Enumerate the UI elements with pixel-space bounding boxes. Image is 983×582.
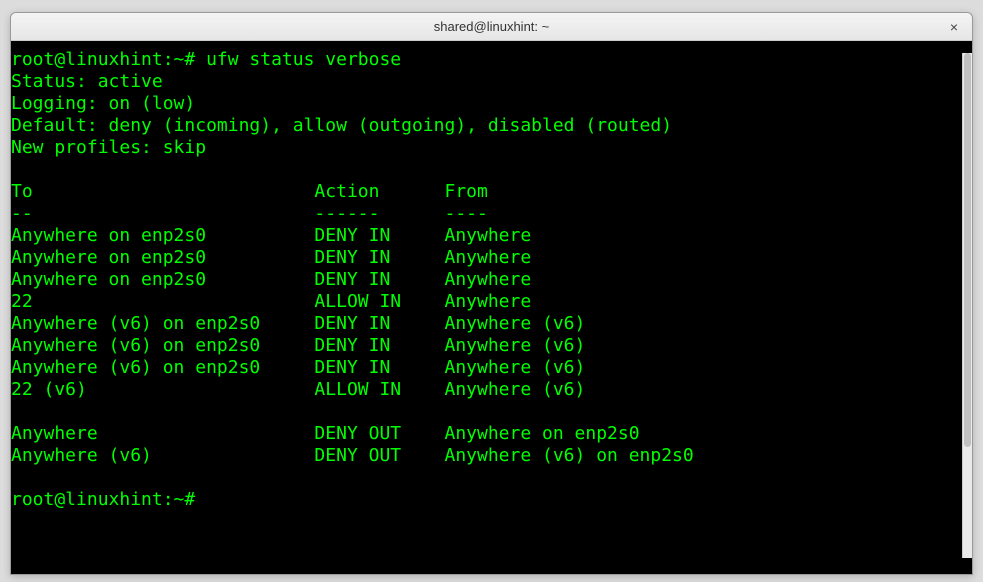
terminal-line: Default: deny (incoming), allow (outgoin… xyxy=(11,115,972,137)
terminal-body[interactable]: root@linuxhint:~# ufw status verboseStat… xyxy=(11,41,972,574)
terminal-line xyxy=(11,401,972,423)
scroll-thumb[interactable] xyxy=(964,53,971,447)
terminal-window: shared@linuxhint: ~ × root@linuxhint:~# … xyxy=(10,12,973,575)
terminal-line xyxy=(11,159,972,181)
scrollbar[interactable] xyxy=(962,53,972,558)
terminal-line: Anywhere on enp2s0 DENY IN Anywhere xyxy=(11,247,972,269)
window-title: shared@linuxhint: ~ xyxy=(434,19,549,34)
terminal-line: Anywhere on enp2s0 DENY IN Anywhere xyxy=(11,225,972,247)
terminal-line: Logging: on (low) xyxy=(11,93,972,115)
terminal-line: Status: active xyxy=(11,71,972,93)
terminal-line: root@linuxhint:~# xyxy=(11,489,972,511)
terminal-line: Anywhere (v6) on enp2s0 DENY IN Anywhere… xyxy=(11,335,972,357)
terminal-line: Anywhere (v6) on enp2s0 DENY IN Anywhere… xyxy=(11,313,972,335)
close-icon[interactable]: × xyxy=(944,17,964,37)
terminal-line: -- ------ ---- xyxy=(11,203,972,225)
terminal-line: Anywhere (v6) on enp2s0 DENY IN Anywhere… xyxy=(11,357,972,379)
terminal-line: Anywhere on enp2s0 DENY IN Anywhere xyxy=(11,269,972,291)
terminal-line: 22 ALLOW IN Anywhere xyxy=(11,291,972,313)
terminal-line: To Action From xyxy=(11,181,972,203)
terminal-line: 22 (v6) ALLOW IN Anywhere (v6) xyxy=(11,379,972,401)
terminal-line: New profiles: skip xyxy=(11,137,972,159)
terminal-line: Anywhere (v6) DENY OUT Anywhere (v6) on … xyxy=(11,445,972,467)
terminal-line xyxy=(11,467,972,489)
titlebar[interactable]: shared@linuxhint: ~ × xyxy=(11,13,972,41)
terminal-line: root@linuxhint:~# ufw status verbose xyxy=(11,49,972,71)
terminal-line: Anywhere DENY OUT Anywhere on enp2s0 xyxy=(11,423,972,445)
